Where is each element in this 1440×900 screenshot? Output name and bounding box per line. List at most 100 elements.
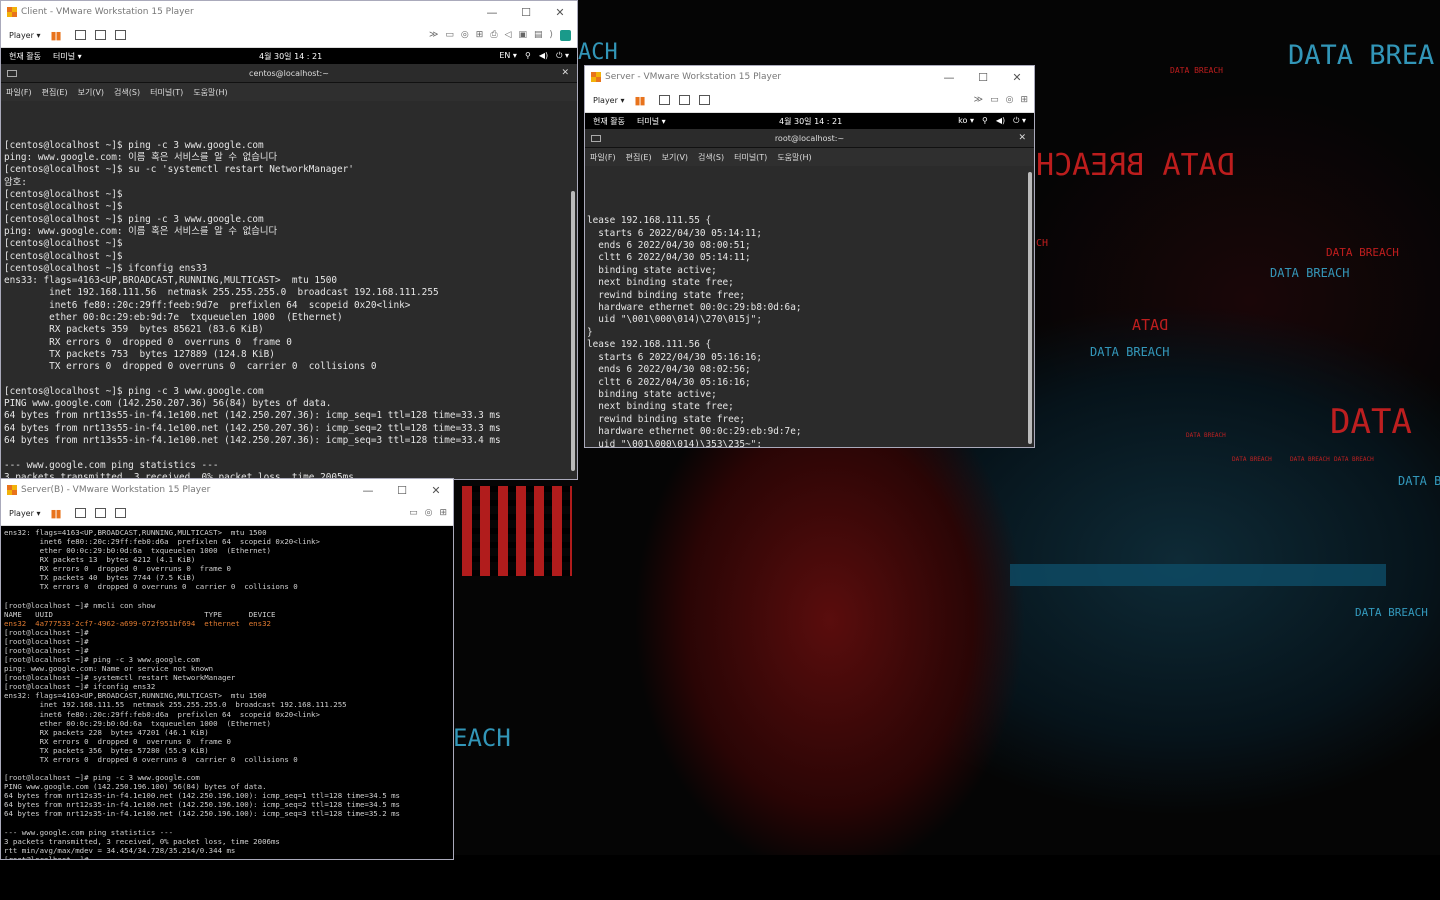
message-log-icon[interactable] [560, 29, 571, 41]
terminal-line: [root@localhost ~]# [4, 636, 89, 646]
menu-file[interactable]: 파일(F) [6, 87, 32, 98]
app-menu[interactable]: 터미널 ▾ [637, 116, 666, 127]
menu-terminal[interactable]: 터미널(T) [734, 152, 767, 163]
close-button[interactable]: ✕ [419, 484, 453, 497]
menu-edit[interactable]: 편집(E) [626, 152, 652, 163]
network-icon[interactable]: ⊞ [1020, 95, 1028, 105]
scrollbar[interactable] [1028, 172, 1032, 444]
terminal-line: TX errors 0 dropped 0 overruns 0 carrier… [4, 582, 298, 592]
cd-icon[interactable]: ◎ [1006, 95, 1014, 105]
menu-edit[interactable]: 편집(E) [42, 87, 68, 98]
pause-icon[interactable]: ▮▮ [50, 507, 61, 520]
close-button[interactable]: ✕ [1000, 71, 1034, 84]
terminal-output[interactable]: [centos@localhost ~]$ ping -c 3 www.goog… [1, 101, 577, 479]
wallpaper-text: DATA BREACH [1355, 606, 1428, 619]
terminal-header: root@localhost:~ ✕ [585, 129, 1034, 148]
hdd-icon[interactable]: ▭ [445, 30, 454, 40]
hdd-icon[interactable]: ▭ [409, 508, 418, 518]
menu-terminal[interactable]: 터미널(T) [150, 87, 183, 98]
pause-icon[interactable]: ▮▮ [50, 29, 61, 42]
volume-icon[interactable]: ◀) [996, 116, 1005, 126]
terminal-menu-icon[interactable] [7, 69, 17, 77]
fit-guest-icon[interactable] [678, 95, 690, 105]
maximize-button[interactable]: ☐ [509, 6, 543, 19]
cd-icon[interactable]: ◎ [425, 508, 433, 518]
sound-icon[interactable]: ◁ [505, 30, 512, 40]
unity-icon[interactable] [114, 30, 126, 40]
arrows-icon[interactable]: ≫ [429, 30, 438, 40]
terminal-line: ends 6 2022/04/30 08:00:51; [587, 240, 751, 252]
fit-guest-icon[interactable] [94, 30, 106, 40]
cd-icon[interactable]: ◎ [461, 30, 469, 40]
unity-icon[interactable] [698, 95, 710, 105]
power-icon[interactable]: ⏻ ▾ [556, 51, 569, 61]
wallpaper-text: DATA [1132, 316, 1169, 334]
terminal-line: ends 6 2022/04/30 08:02:56; [587, 364, 751, 376]
terminal-menu-icon[interactable] [591, 134, 601, 142]
terminal-line: rtt min/avg/max/mdev = 34.454/34.728/35.… [4, 845, 236, 855]
title-bar[interactable]: Server - VMware Workstation 15 Player — … [585, 66, 1034, 88]
network-status-icon[interactable]: ⚲ [982, 116, 988, 126]
terminal-output[interactable]: lease 192.168.111.55 { starts 6 2022/04/… [585, 166, 1034, 447]
title-bar[interactable]: Client - VMware Workstation 15 Player — … [1, 1, 577, 23]
terminal-line: [centos@localhost ~]$ su -c 'systemctl r… [4, 164, 354, 176]
console-output[interactable]: ens32: flags=4163<UP,BROADCAST,RUNNING,M… [1, 526, 453, 859]
activities-button[interactable]: 현재 활동 [593, 116, 625, 127]
unity-icon[interactable] [114, 508, 126, 518]
expand-icon[interactable]: ⟩ [549, 30, 553, 40]
menu-help[interactable]: 도움말(H) [777, 152, 811, 163]
menu-view[interactable]: 보기(V) [662, 152, 688, 163]
terminal-line: RX errors 0 dropped 0 overruns 0 frame 0 [4, 736, 231, 746]
client-vm-window[interactable]: Client - VMware Workstation 15 Player — … [0, 0, 578, 480]
wallpaper-text: DATA BREACH [1270, 266, 1350, 280]
close-button[interactable]: ✕ [543, 6, 577, 19]
network-icon[interactable]: ⊞ [439, 508, 447, 518]
server-vm-window[interactable]: Server - VMware Workstation 15 Player — … [584, 65, 1035, 448]
terminal-line: inet6 fe80::20c:29ff:feb0:d6a prefixlen … [4, 537, 320, 547]
terminal-line: [root@localhost ~]# systemctl restart Ne… [4, 673, 236, 683]
menu-search[interactable]: 검색(S) [698, 152, 724, 163]
clock[interactable]: 4월 30일 14 : 21 [259, 51, 322, 62]
wallpaper-glitch-block [462, 486, 572, 576]
language-selector[interactable]: ko ▾ [958, 116, 974, 126]
clock[interactable]: 4월 30일 14 : 21 [779, 116, 842, 127]
scrollbar[interactable] [571, 191, 575, 471]
title-bar[interactable]: Server(B) - VMware Workstation 15 Player… [1, 479, 453, 501]
pause-icon[interactable]: ▮▮ [634, 94, 645, 107]
printer-icon[interactable]: ⎙ [490, 30, 497, 40]
hdd-icon[interactable]: ▭ [990, 95, 999, 105]
activities-button[interactable]: 현재 활동 [9, 51, 41, 62]
network-status-icon[interactable]: ⚲ [525, 51, 531, 61]
minimize-button[interactable]: — [932, 71, 966, 84]
minimize-button[interactable]: — [351, 484, 385, 497]
network-icon[interactable]: ⊞ [476, 30, 484, 40]
wallpaper-text: DATA BREACH [1334, 456, 1374, 463]
maximize-button[interactable]: ☐ [966, 71, 1000, 84]
player-menu-button[interactable]: Player ▾ [9, 509, 40, 518]
menu-help[interactable]: 도움말(H) [193, 87, 227, 98]
app-menu[interactable]: 터미널 ▾ [53, 51, 82, 62]
player-menu-button[interactable]: Player ▾ [9, 31, 40, 40]
terminal-line: ether 00:0c:29:b0:0d:6a txqueuelen 1000 … [4, 718, 271, 728]
usb-icon[interactable]: ▤ [534, 30, 543, 40]
fit-guest-icon[interactable] [94, 508, 106, 518]
terminal-close-icon[interactable]: ✕ [561, 68, 569, 78]
maximize-button[interactable]: ☐ [385, 484, 419, 497]
player-menu-button[interactable]: Player ▾ [593, 96, 624, 105]
display-icon[interactable]: ▣ [518, 30, 527, 40]
arrows-icon[interactable]: ≫ [974, 95, 983, 105]
terminal-line: next binding state free; [587, 277, 734, 289]
terminal-close-icon[interactable]: ✕ [1018, 133, 1026, 143]
send-ctrl-alt-del-icon[interactable] [74, 508, 86, 518]
menu-file[interactable]: 파일(F) [590, 152, 616, 163]
serverb-vm-window[interactable]: Server(B) - VMware Workstation 15 Player… [0, 478, 454, 860]
send-ctrl-alt-del-icon[interactable] [74, 30, 86, 40]
volume-icon[interactable]: ◀) [539, 51, 548, 61]
power-icon[interactable]: ⏻ ▾ [1013, 116, 1026, 126]
menu-view[interactable]: 보기(V) [78, 87, 104, 98]
send-ctrl-alt-del-icon[interactable] [658, 95, 670, 105]
menu-search[interactable]: 검색(S) [114, 87, 140, 98]
language-selector[interactable]: EN ▾ [499, 51, 517, 61]
minimize-button[interactable]: — [475, 6, 509, 19]
terminal-line: lease 192.168.111.56 { [587, 339, 712, 351]
